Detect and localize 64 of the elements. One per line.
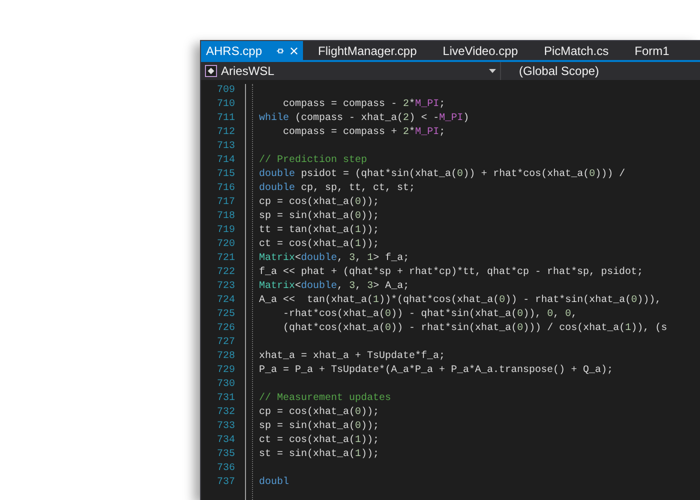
code-line: st = sin(xhat_a(1)); [259,448,380,462]
line-number: 715 [217,168,236,182]
file-tab[interactable]: Form1 [630,41,674,60]
code-line: f_a << phat + (qhat*sp + rhat*cp)*tt, qhat*cp - rhat*sp, psidot; [259,266,644,280]
line-number: 720 [217,238,236,252]
code-line: cp = cos(xhat_a(0)); [259,406,380,420]
line-number: 711 [217,112,236,126]
line-number: 734 [217,434,236,448]
line-number: 718 [217,210,236,224]
file-tab[interactable]: PicMatch.cs [538,41,614,60]
code-line: Matrix<double, 3, 1> f_a; [259,252,410,266]
line-number: 732 [217,406,236,420]
line-number: 735 [217,448,236,462]
line-number: 714 [217,154,236,168]
code-line: sp = sin(xhat_a(0)); [259,210,380,224]
line-number: 725 [217,308,236,322]
code-line: cp = cos(xhat_a(0)); [259,196,380,210]
pin-icon[interactable] [276,46,284,54]
line-number: 709 [217,84,236,98]
line-number: 721 [217,252,236,266]
code-line: doubl [259,476,290,490]
close-icon[interactable] [290,46,298,54]
project-dropdown[interactable]: AriesWSL [205,62,274,80]
file-tab[interactable]: AHRS.cpp [201,41,304,60]
code-line: A_a << tan(xhat_a(1))*(qhat*cos(xhat_a(0)) - rhat*sin(xhat_a(0))), [259,294,662,308]
code-line: compass = compass + 2*M_PI; [283,126,446,140]
code-line: // Prediction step [259,154,368,168]
code-line: while (compass - xhat_a(2) < -M_PI) [259,112,470,126]
line-number: 719 [217,224,236,238]
scope-dropdown[interactable]: (Global Scope) [519,62,600,80]
project-icon [205,65,217,77]
code-line: compass = compass - 2*M_PI; [283,98,446,112]
code-line: xhat_a = xhat_a + TsUpdate*f_a; [259,350,446,364]
line-number: 716 [217,182,236,196]
line-number: 731 [217,392,236,406]
code-line: ct = cos(xhat_a(1)); [259,434,380,448]
file-tab[interactable]: LiveVideo.cpp [438,41,523,60]
line-number: 727 [217,336,236,350]
line-number: 722 [217,266,236,280]
code-line: double psidot = (qhat*sin(xhat_a(0)) + rhat*cos(xhat_a(0))) / [259,168,626,182]
line-number: 717 [217,196,236,210]
caret-icon [489,69,496,73]
code-line: tt = tan(xhat_a(1)); [259,224,380,238]
line-number: 733 [217,420,236,434]
line-number: 710 [217,98,236,112]
line-number: 736 [217,462,236,476]
line-number: 737 [217,476,236,490]
file-tab[interactable]: FlightManager.cpp [313,41,422,60]
code-line: P_a = P_a + TsUpdate*(A_a*P_a + P_a*A_a.transpose() + Q_a); [259,364,614,378]
line-number: 728 [217,350,236,364]
line-number: 723 [217,280,236,294]
line-number: 712 [217,126,236,140]
code-line: (qhat*cos(xhat_a(0)) - rhat*sin(xhat_a(0))) / cos(xhat_a(1)), (s [283,322,668,336]
line-number: 730 [217,378,236,392]
code-line: double cp, sp, tt, ct, st; [259,182,416,196]
code-line: // Measurement updates [259,392,392,406]
line-number: 729 [217,364,236,378]
code-line: sp = sin(xhat_a(0)); [259,420,380,434]
line-number: 713 [217,140,236,154]
line-number: 724 [217,294,236,308]
code-line: Matrix<double, 3, 3> A_a; [259,280,410,294]
line-number: 726 [217,322,236,336]
code-line: -rhat*cos(xhat_a(0)) - qhat*sin(xhat_a(0)), 0, 0, [283,308,578,322]
code-line: ct = cos(xhat_a(1)); [259,238,380,252]
